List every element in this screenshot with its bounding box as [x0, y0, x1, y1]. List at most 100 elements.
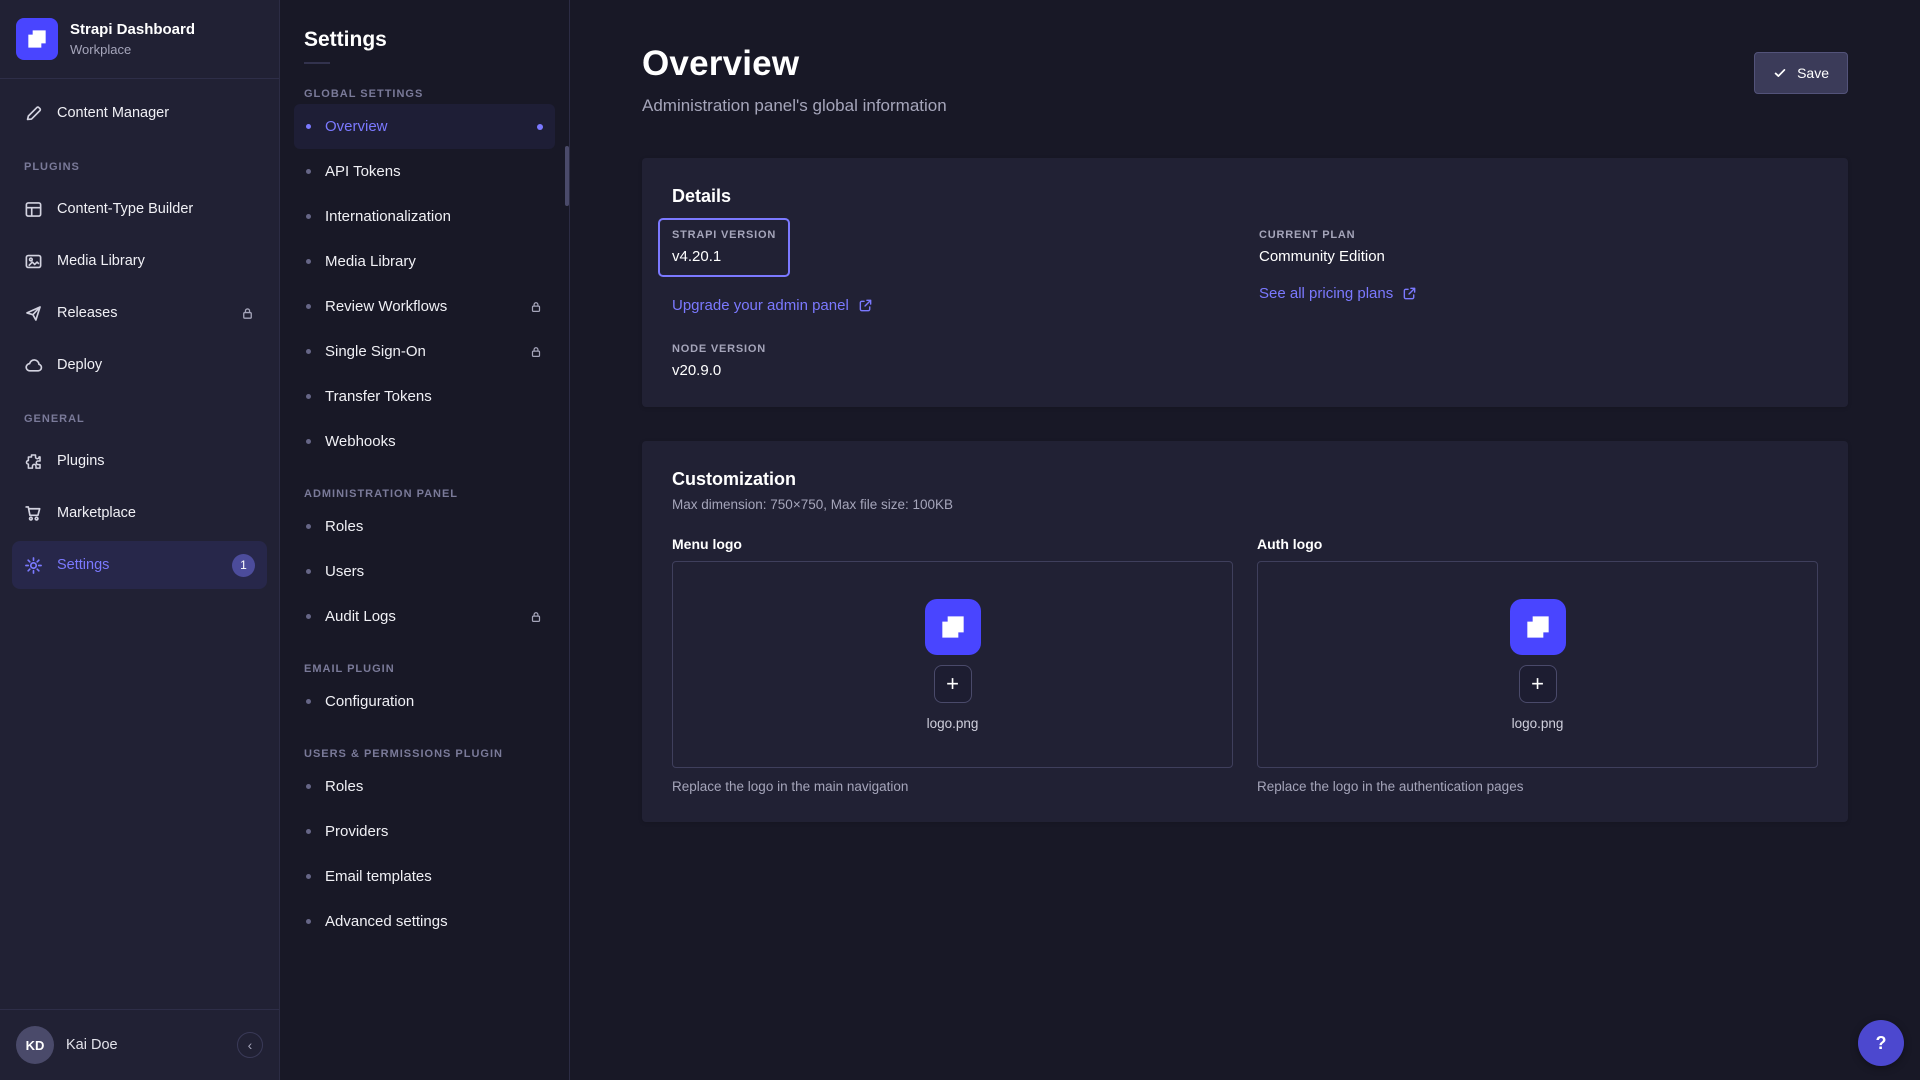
bullet-icon [306, 169, 311, 174]
bullet-icon [306, 569, 311, 574]
settings-nav-webhooks[interactable]: Webhooks [294, 419, 555, 464]
upgrade-admin-panel-link[interactable]: Upgrade your admin panel [672, 297, 873, 314]
menu-logo-add-button[interactable]: + [934, 665, 972, 703]
settings-nav-configuration[interactable]: Configuration [294, 679, 555, 724]
settings-nav-label: Providers [325, 823, 388, 840]
cloud-icon [24, 356, 43, 375]
settings-nav-roles[interactable]: Roles [294, 504, 555, 549]
settings-section: ADMINISTRATION PANEL Roles Users Audit Logs [294, 488, 555, 639]
subnav-scrollbar-thumb[interactable] [565, 146, 569, 206]
pricing-plans-link[interactable]: See all pricing plans [1259, 285, 1417, 302]
menu-logo-filename: logo.png [927, 716, 979, 731]
settings-nav-roles[interactable]: Roles [294, 764, 555, 809]
settings-nav-api-tokens[interactable]: API Tokens [294, 149, 555, 194]
bullet-icon [306, 214, 311, 219]
save-button-label: Save [1797, 65, 1829, 81]
settings-nav-label: Overview [325, 118, 388, 135]
auth-logo-label: Auth logo [1257, 536, 1818, 552]
upgrade-link-label: Upgrade your admin panel [672, 297, 849, 314]
settings-nav-transfer-tokens[interactable]: Transfer Tokens [294, 374, 555, 419]
settings-section: EMAIL PLUGIN Configuration [294, 663, 555, 724]
sidebar-item-deploy[interactable]: Deploy [12, 341, 267, 389]
sidebar-item-plugins[interactable]: Plugins [12, 437, 267, 485]
menu-logo-upload-box[interactable]: + logo.png [672, 561, 1233, 768]
settings-nav-internationalization[interactable]: Internationalization [294, 194, 555, 239]
settings-nav-overview[interactable]: Overview [294, 104, 555, 149]
sidebar-item-label: Deploy [57, 357, 102, 373]
subnav-sections: GLOBAL SETTINGS Overview API Tokens Interna… [294, 88, 555, 944]
settings-nav-review-workflows[interactable]: Review Workflows [294, 284, 555, 329]
user-name: Kai Doe [66, 1037, 118, 1053]
node-version-value: v20.9.0 [672, 362, 1231, 379]
external-link-icon [1402, 286, 1417, 301]
settings-section: USERS & PERMISSIONS PLUGIN Roles Providers… [294, 748, 555, 944]
nav-section-title: GENERAL [24, 413, 255, 425]
main-content: Overview Administration panel's global i… [570, 0, 1920, 1080]
auth-logo-hint: Replace the logo in the authentication p… [1257, 779, 1818, 794]
strapi-logo-icon [24, 26, 50, 52]
settings-section-title: GLOBAL SETTINGS [304, 88, 545, 100]
details-right-column: CURRENT PLAN Community Edition See all p… [1259, 229, 1818, 379]
settings-nav-audit-logs[interactable]: Audit Logs [294, 594, 555, 639]
settings-nav-providers[interactable]: Providers [294, 809, 555, 854]
sidebar-item-label: Media Library [57, 253, 145, 269]
sidebar-item-marketplace[interactable]: Marketplace [12, 489, 267, 537]
details-card: Details STRAPI VERSION v4.20.1 Upgrade y… [642, 158, 1848, 407]
auth-logo-add-button[interactable]: + [1519, 665, 1557, 703]
current-plan-field: CURRENT PLAN Community Edition [1259, 229, 1818, 265]
bullet-icon [306, 304, 311, 309]
check-icon [1773, 66, 1787, 80]
auth-logo-filename: logo.png [1512, 716, 1564, 731]
settings-nav-media-library[interactable]: Media Library [294, 239, 555, 284]
paper-plane-icon [24, 304, 43, 323]
settings-nav-label: Transfer Tokens [325, 388, 432, 405]
customization-subtitle: Max dimension: 750×750, Max file size: 1… [672, 497, 1818, 512]
help-button[interactable]: ? [1858, 1020, 1904, 1066]
settings-nav-label: Users [325, 563, 364, 580]
subnav-title: Settings [294, 6, 555, 62]
bullet-icon [306, 614, 311, 619]
page-subtitle: Administration panel's global informatio… [642, 96, 947, 116]
nav-section-title: PLUGINS [24, 161, 255, 173]
sidebar-item-releases[interactable]: Releases [12, 289, 267, 337]
bullet-icon [306, 784, 311, 789]
save-button[interactable]: Save [1754, 52, 1848, 94]
lock-icon [529, 300, 543, 314]
sidebar-item-content-type-builder[interactable]: Content-Type Builder [12, 185, 267, 233]
settings-nav-advanced-settings[interactable]: Advanced settings [294, 899, 555, 944]
settings-nav-label: Webhooks [325, 433, 396, 450]
cart-icon [24, 504, 43, 523]
collapse-sidebar-button[interactable]: ‹ [237, 1032, 263, 1058]
strapi-version-label: STRAPI VERSION [672, 229, 776, 241]
lock-icon [240, 306, 255, 321]
avatar[interactable]: KD [16, 1026, 54, 1064]
settings-nav-label: Roles [325, 518, 363, 535]
auth-logo-upload-box[interactable]: + logo.png [1257, 561, 1818, 768]
auth-logo-section: Auth logo + logo.png Replace the logo in… [1257, 536, 1818, 794]
active-dot-icon [537, 124, 543, 130]
sidebar-item-content-manager[interactable]: Content Manager [12, 89, 267, 137]
settings-nav-email-templates[interactable]: Email templates [294, 854, 555, 899]
settings-section-title: USERS & PERMISSIONS PLUGIN [304, 748, 545, 760]
bullet-icon [306, 829, 311, 834]
settings-nav-label: Advanced settings [325, 913, 448, 930]
bullet-icon [306, 349, 311, 354]
settings-nav-users[interactable]: Users [294, 549, 555, 594]
subnav-divider [304, 62, 330, 64]
details-title: Details [672, 186, 1818, 207]
workspace-brand[interactable]: Strapi Dashboard Workplace [0, 0, 279, 79]
settings-nav-single-sign-on[interactable]: Single Sign-On [294, 329, 555, 374]
settings-nav-label: Review Workflows [325, 298, 447, 315]
sidebar-item-media-library[interactable]: Media Library [12, 237, 267, 285]
customization-title: Customization [672, 469, 1818, 490]
settings-section-title: EMAIL PLUGIN [304, 663, 545, 675]
sidebar-item-settings[interactable]: Settings1 [12, 541, 267, 589]
sidebar-item-label: Marketplace [57, 505, 136, 521]
main-sidebar: Strapi Dashboard Workplace Content Manag… [0, 0, 280, 1080]
settings-section-title: ADMINISTRATION PANEL [304, 488, 545, 500]
sidebar-item-label: Plugins [57, 453, 105, 469]
settings-nav-label: Internationalization [325, 208, 451, 225]
strapi-version-field: STRAPI VERSION v4.20.1 [658, 218, 790, 277]
user-row: KD Kai Doe ‹ [0, 1009, 279, 1080]
settings-subnav: Settings GLOBAL SETTINGS Overview API Toke… [280, 0, 570, 1080]
